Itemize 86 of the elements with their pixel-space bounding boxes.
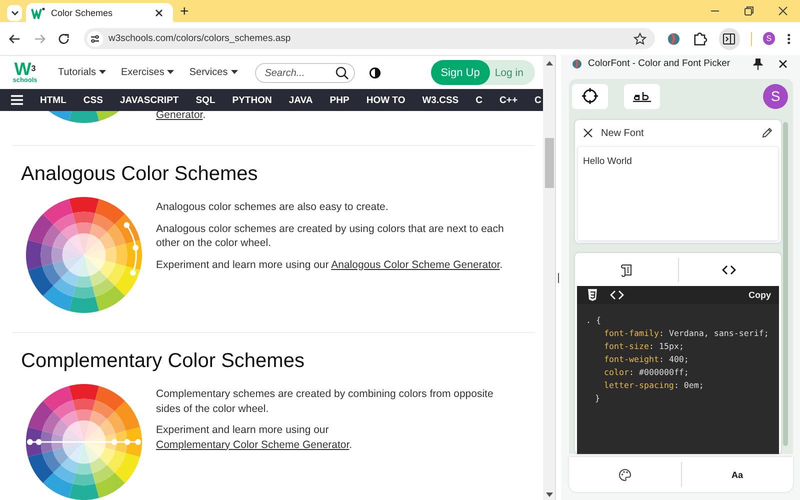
extension-icon[interactable] [666,30,682,46]
search-icon [334,66,349,80]
close-icon[interactable] [777,5,789,17]
css-icon [587,289,598,301]
paragraph: Analogous color schemes are also easy to create. [156,200,390,214]
caret-icon [230,70,238,75]
font-button[interactable] [624,84,660,108]
side-panel-icon [722,32,736,46]
site-settings-icon[interactable] [86,30,102,46]
paragraph: Experiment and learn more using our Analogous Color Scheme Generator. [156,258,504,272]
browser-tab[interactable]: Color Schemes [26,3,173,22]
menu-icon[interactable] [786,32,792,46]
code-icon [722,264,736,276]
code-line: . { [586,314,602,327]
palette-icon [618,468,632,482]
address-bar[interactable]: w3schools.com/colors/colors_schemes.asp [84,28,655,49]
close-icon[interactable] [778,58,788,68]
topic-link[interactable]: CSS [83,94,103,106]
panel-title: ColorFont - Color and Font Picker [588,58,730,69]
generator-link[interactable]: Complementary Color Scheme Generator [156,438,350,450]
topic-link[interactable]: PHP [330,94,350,106]
scroll-up-icon[interactable] [546,61,552,66]
menu-icon[interactable] [11,95,23,105]
scrollbar[interactable] [783,122,788,446]
scroll-down-icon[interactable] [546,492,552,497]
topic-link[interactable]: C [476,94,483,106]
pencil-icon[interactable] [761,127,773,139]
panel-resize-handle[interactable] [555,55,561,500]
code-line: font-family: Verdana, sans-serif; [603,327,770,340]
text-sample-icon [632,90,652,102]
topic-link[interactable]: JAVASCRIPT [120,94,179,106]
section-heading: Complementary Color Schemes [21,349,306,373]
topic-link[interactable]: HTML [40,94,66,106]
paragraph: Analogous color schemes are created by using colors that are next to each other on the color wheel. [156,222,505,250]
close-icon[interactable] [583,128,593,138]
topic-link[interactable]: C++ [500,94,518,106]
section-heading: Analogous Color Schemes [21,162,259,186]
puzzle-icon[interactable] [692,30,708,46]
star-icon[interactable] [632,32,647,46]
code-line: } [594,392,601,405]
preview-text: Hello World [583,156,632,167]
topic-link[interactable]: JAVA [288,94,313,106]
caret-icon [98,70,106,75]
pin-icon[interactable] [753,58,763,70]
picker-button[interactable] [572,84,608,108]
caret-icon [167,70,174,75]
code-line: font-weight: 400; [603,353,690,366]
nav-menu[interactable]: Services [189,67,238,78]
copy-button[interactable]: Copy [748,290,771,300]
profile-avatar[interactable]: S [762,32,776,45]
restore-icon[interactable] [743,5,755,17]
code-icon[interactable] [610,289,624,301]
font-name: New Font [601,128,644,138]
scrollbar[interactable] [543,56,555,500]
code-line: color: #000000ff; [603,366,690,379]
topic-link[interactable]: HOW TO [366,94,406,106]
scrollbar-thumb[interactable] [544,138,554,188]
code-line: font-size: 15px; [603,340,685,353]
tab-title: Color Schemes [51,8,114,18]
reload-icon[interactable] [57,32,70,46]
crosshair-icon [582,88,598,104]
paragraph: Complementary schemes are created by combining colors from opposite sides of the color wheel. [156,387,494,416]
url-text: w3schools.com/colors/colors_schemes.asp [108,33,291,44]
paragraph: Experiment and learn more using our Complementary Color Scheme Generator. [156,423,354,452]
user-avatar[interactable]: S [763,84,788,108]
back-icon[interactable] [8,32,22,46]
new-tab-button[interactable]: + [180,4,189,20]
scroll-icon [620,263,634,277]
generator-link[interactable]: Generator [156,111,203,121]
tab-search-button[interactable] [7,4,22,20]
paragraph: Generator. [156,111,206,123]
generator-link[interactable]: Analogous Color Scheme Generator [331,258,500,270]
site-logo-icon [31,6,45,18]
nav-menu[interactable]: Exercises [120,67,174,78]
topic-link[interactable]: C [534,94,542,106]
preview-text-area[interactable]: Hello World [577,146,779,241]
topic-link[interactable]: SQL [196,94,216,106]
code-line: letter-spacing: 0em; [603,379,705,392]
close-icon[interactable] [154,8,164,18]
extension-icon [571,58,583,70]
contrast-icon[interactable] [368,66,381,78]
nav-menu[interactable]: Tutorials [58,67,106,78]
search-field[interactable]: Search... [254,63,355,83]
topic-link[interactable]: PYTHON [232,94,272,106]
topic-link[interactable]: W3.CSS [422,94,459,106]
side-panel-button[interactable] [718,28,740,50]
